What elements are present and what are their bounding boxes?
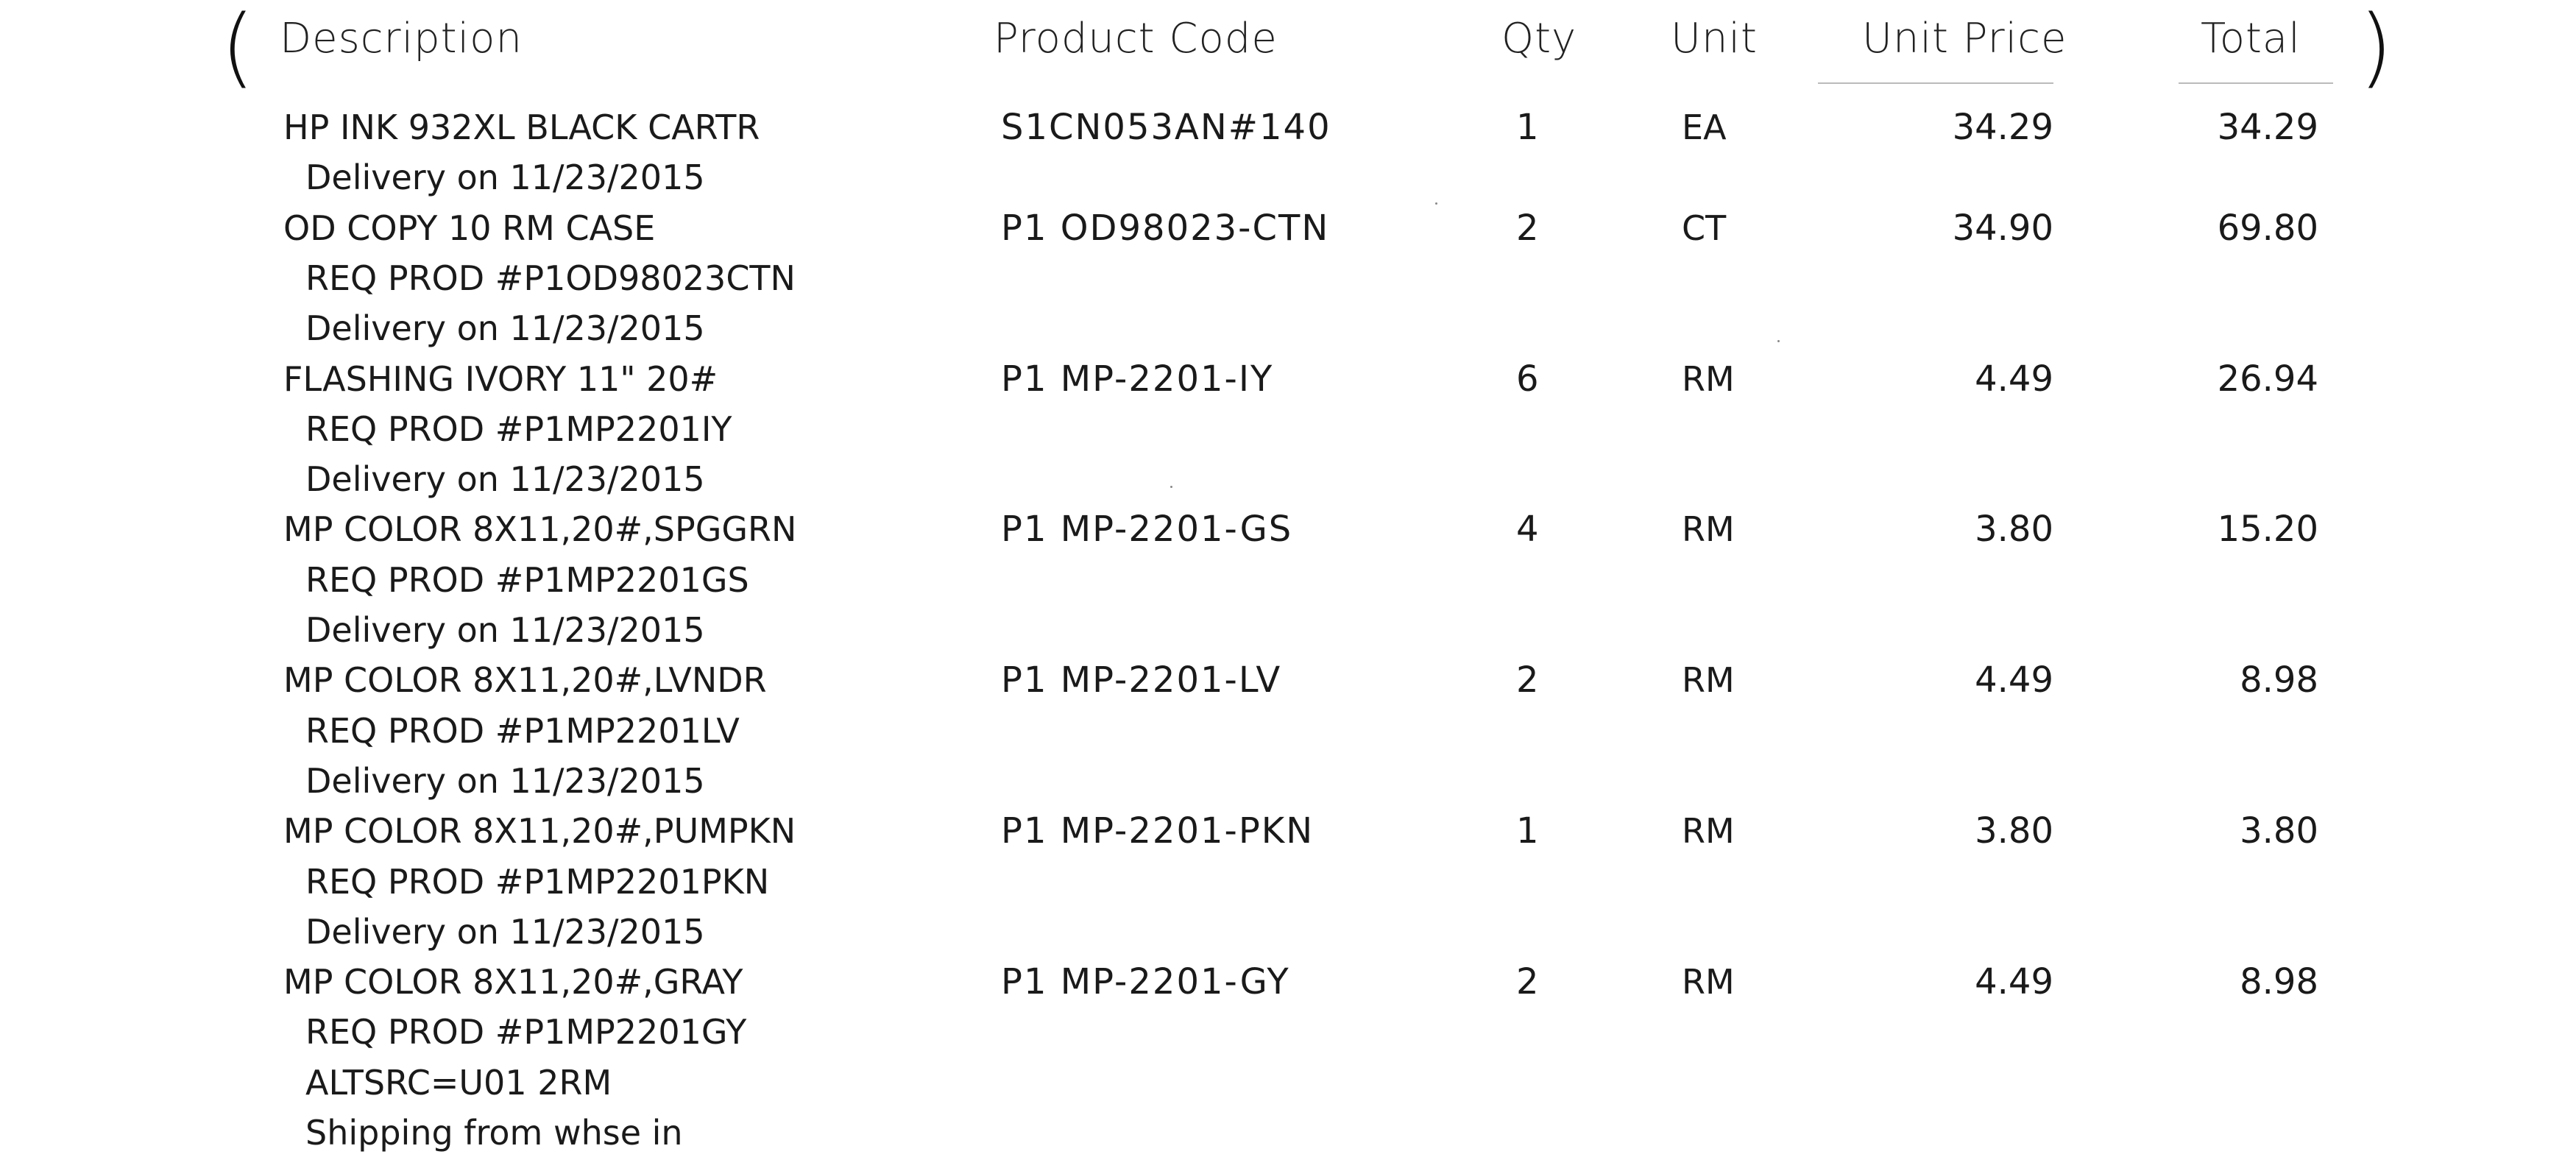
item-unit-price: 4.49 <box>1975 659 2053 701</box>
header-product-code: Product Code <box>994 15 1278 63</box>
item-total: 34.29 <box>2217 107 2318 148</box>
scan-speck <box>1170 486 1172 488</box>
item-detail-line: REQ PROD #P1MP2201IY <box>305 408 732 449</box>
item-total: 8.98 <box>2240 659 2318 701</box>
item-qty: 4 <box>1516 509 1539 551</box>
item-unit: RM <box>1682 358 1735 399</box>
invoice-page: ( ) Description Product Code Qty Unit Un… <box>0 0 2576 1171</box>
item-description: FLASHING IVORY 11" 20# <box>283 358 718 399</box>
item-total: 26.94 <box>2217 358 2318 400</box>
item-unit-price: 34.90 <box>1952 207 2053 249</box>
item-detail-line: REQ PROD #P1MP2201GS <box>305 559 749 600</box>
left-bracket: ( <box>221 0 255 97</box>
right-bracket: ) <box>2359 0 2393 97</box>
item-detail-line: Delivery on 11/23/2015 <box>305 610 705 650</box>
item-unit-price: 4.49 <box>1975 358 2053 400</box>
item-detail-line: Shipping from whse in <box>305 1113 683 1153</box>
item-detail-line: Delivery on 11/23/2015 <box>305 911 705 952</box>
item-product-code: P1 MP-2201-IY <box>1001 358 1274 400</box>
header-qty: Qty <box>1501 15 1577 63</box>
item-detail-line: ALTSRC=U01 2RM <box>305 1062 612 1103</box>
item-qty: 2 <box>1516 659 1539 701</box>
item-description: MP COLOR 8X11,20#,SPGGRN <box>283 509 797 550</box>
item-unit-price: 3.80 <box>1975 810 2053 852</box>
item-description: MP COLOR 8X11,20#,GRAY <box>283 962 743 1002</box>
header-rule <box>2179 82 2333 84</box>
item-description: HP INK 932XL BLACK CARTR <box>283 107 760 147</box>
item-unit: EA <box>1682 107 1727 147</box>
header-description: Description <box>280 15 523 63</box>
item-detail-line: REQ PROD #P1MP2201PKN <box>305 861 770 902</box>
item-qty: 6 <box>1516 358 1539 400</box>
item-product-code: P1 OD98023-CTN <box>1001 207 1330 249</box>
item-product-code: S1CN053AN#140 <box>1001 107 1331 148</box>
item-product-code: P1 MP-2201-PKN <box>1001 810 1314 852</box>
item-total: 69.80 <box>2217 207 2318 249</box>
header-rule <box>1818 82 2053 84</box>
item-detail-line: Delivery on 11/23/2015 <box>305 760 705 801</box>
item-product-code: P1 MP-2201-GY <box>1001 961 1290 1003</box>
item-detail-line: REQ PROD #P1OD98023CTN <box>305 258 796 298</box>
item-detail-line: REQ PROD #P1MP2201LV <box>305 710 740 751</box>
item-detail-line: REQ PROD #P1MP2201GY <box>305 1012 747 1053</box>
item-product-code: P1 MP-2201-GS <box>1001 509 1293 551</box>
header-total: Total <box>2201 15 2301 63</box>
item-unit: RM <box>1682 660 1735 701</box>
item-unit: RM <box>1682 509 1735 550</box>
scan-speck <box>1777 340 1780 342</box>
item-unit: RM <box>1682 962 1735 1002</box>
item-description: MP COLOR 8X11,20#,PUMPKN <box>283 811 796 852</box>
item-unit: CT <box>1682 208 1727 248</box>
item-total: 8.98 <box>2240 961 2318 1003</box>
item-description: MP COLOR 8X11,20#,LVNDR <box>283 660 767 701</box>
item-qty: 2 <box>1516 207 1539 249</box>
item-unit-price: 3.80 <box>1975 509 2053 551</box>
item-product-code: P1 MP-2201-LV <box>1001 659 1282 701</box>
header-unit-price: Unit Price <box>1862 15 2067 63</box>
item-detail-line: Delivery on 11/23/2015 <box>305 459 705 500</box>
item-unit-price: 34.29 <box>1952 107 2053 148</box>
scan-speck <box>1435 202 1437 205</box>
item-qty: 1 <box>1516 107 1539 148</box>
item-description: OD COPY 10 RM CASE <box>283 208 656 248</box>
item-qty: 2 <box>1516 961 1539 1003</box>
item-detail-line: Delivery on 11/23/2015 <box>305 308 705 349</box>
item-total: 3.80 <box>2240 810 2318 852</box>
item-unit-price: 4.49 <box>1975 961 2053 1003</box>
header-unit: Unit <box>1671 15 1758 63</box>
item-qty: 1 <box>1516 810 1539 852</box>
item-total: 15.20 <box>2217 509 2318 551</box>
item-detail-line: Delivery on 11/23/2015 <box>305 158 705 198</box>
item-unit: RM <box>1682 811 1735 852</box>
